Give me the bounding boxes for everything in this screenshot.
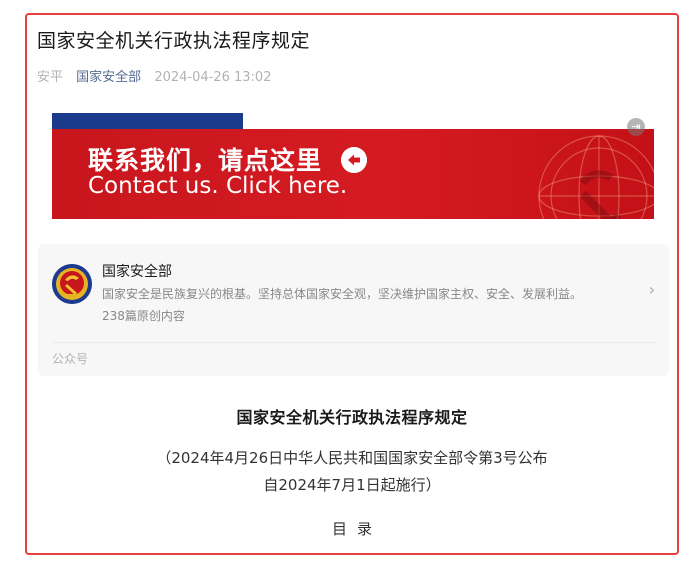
account-profile-card: 国家安全部 国家安全是民族复兴的根基。坚持总体国家安全观，坚决维护国家主权、安全… xyxy=(38,244,669,376)
contact-banner[interactable]: 联系我们，请点这里 Contact us. Click here. ⇥ xyxy=(52,113,654,221)
emblem-watermark-icon xyxy=(538,135,654,219)
article-frame: 国家安全机关行政执法程序规定 安平 国家安全部 2024-04-26 13:02 xyxy=(25,13,679,555)
article-author: 安平 xyxy=(37,70,64,85)
banner-contact-link[interactable]: 联系我们，请点这里 Contact us. Click here. xyxy=(52,129,654,219)
profile-description: 国家安全是民族复兴的根基。坚持总体国家安全观，坚决维护国家主权、安全、发展利益。 xyxy=(102,287,583,301)
banner-text-cn: 联系我们，请点这里 xyxy=(88,146,323,175)
banner-top-stripe xyxy=(52,113,243,129)
article-title: 国家安全机关行政执法程序规定 xyxy=(37,30,311,52)
account-link[interactable]: 国家安全部 xyxy=(76,70,141,85)
avatar xyxy=(52,264,92,304)
profile-card-link[interactable]: 国家安全部 国家安全是民族复兴的根基。坚持总体国家安全观，坚决维护国家主权、安全… xyxy=(38,244,669,340)
document-note-line1: （2024年4月26日中华人民共和国国家安全部令第3号公布 xyxy=(156,449,548,467)
article-count: 238篇原创内容 xyxy=(102,309,185,323)
banner-text-en: Contact us. Click here. xyxy=(88,173,348,199)
table-of-contents-heading: 目录 xyxy=(331,520,382,538)
exit-icon[interactable]: ⇥ xyxy=(627,118,645,136)
publish-time: 2024-04-26 13:02 xyxy=(154,70,272,85)
document-title: 国家安全机关行政执法程序规定 xyxy=(236,408,468,427)
article-meta: 安平 国家安全部 2024-04-26 13:02 xyxy=(37,66,271,85)
arrow-left-icon xyxy=(341,147,367,173)
profile-name: 国家安全部 xyxy=(102,264,172,280)
account-type-label: 公众号 xyxy=(52,352,89,366)
card-divider xyxy=(52,342,657,343)
document-note-line2: 自2024年7月1日起施行） xyxy=(263,476,441,494)
chevron-right-icon: › xyxy=(648,280,655,299)
